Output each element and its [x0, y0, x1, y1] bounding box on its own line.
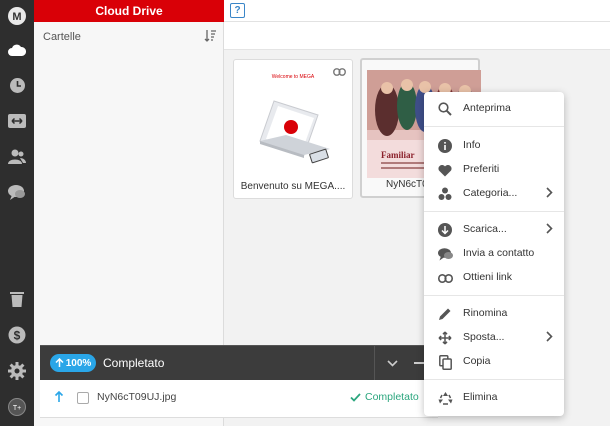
contacts-icon[interactable]	[6, 145, 28, 167]
left-rail: M $ T+	[0, 0, 34, 426]
recycle-icon	[437, 390, 453, 406]
menu-divider	[424, 295, 564, 296]
menu-item-move[interactable]: Sposta...	[424, 327, 564, 349]
top-bar: ?	[224, 0, 610, 22]
info-icon	[437, 138, 453, 154]
svg-text:M: M	[12, 11, 21, 23]
menu-item-delete[interactable]: Elimina	[424, 387, 564, 409]
menu-item-label: Ottieni link	[463, 271, 513, 283]
trash-icon[interactable]	[6, 288, 28, 310]
transfer-status-label: Completato	[365, 391, 419, 403]
thumb-caption: Welcome to MEGA	[271, 74, 315, 80]
svg-text:Familiar: Familiar	[381, 150, 415, 160]
transfer-percent: 100%	[65, 357, 92, 369]
svg-text:T+: T+	[13, 405, 21, 412]
transfers-icon[interactable]	[6, 110, 28, 132]
menu-item-label: Sposta...	[463, 331, 505, 343]
menu-item-get-link[interactable]: Ottieni link	[424, 267, 564, 289]
download-icon	[437, 222, 453, 238]
pencil-icon	[437, 306, 453, 322]
search-icon	[437, 101, 453, 117]
chat-bubble-icon	[437, 246, 453, 262]
cloud-icon[interactable]	[6, 39, 28, 61]
menu-item-label: Elimina	[463, 391, 498, 403]
move-icon	[437, 330, 453, 346]
chevron-right-icon	[546, 187, 553, 201]
menu-item-label: Copia	[463, 355, 491, 367]
menu-item-label: Scarica...	[463, 223, 507, 235]
menu-item-label: Categoria...	[463, 187, 518, 199]
menu-item-label: Preferiti	[463, 163, 500, 175]
link-icon	[437, 270, 453, 286]
mega-logo[interactable]: M	[6, 5, 28, 27]
menu-item-label: Info	[463, 139, 481, 151]
file-card[interactable]: Welcome to MEGA Benvenuto su MEGA....	[233, 59, 353, 199]
menu-item-send-to-contact[interactable]: Invia a contatto	[424, 243, 564, 265]
menu-item-category[interactable]: Categoria...	[424, 183, 564, 205]
folders-title: Cartelle	[43, 31, 81, 43]
menu-item-label: Invia a contatto	[463, 247, 535, 259]
transfer-file-name: NyN6cT09UJ.jpg	[97, 391, 177, 403]
menu-item-label: Anteprima	[463, 102, 511, 114]
transfer-checkbox[interactable]	[77, 392, 89, 404]
chevron-right-icon	[546, 223, 553, 237]
file-name: Benvenuto su MEGA....	[240, 181, 346, 192]
check-icon	[350, 392, 361, 402]
category-icon	[437, 186, 453, 202]
dollar-icon[interactable]: $	[6, 324, 28, 346]
path-bar	[224, 22, 610, 50]
transfer-status: Completato	[350, 391, 419, 403]
menu-item-download[interactable]: Scarica...	[424, 219, 564, 241]
svg-text:$: $	[14, 329, 21, 343]
menu-item-label: Rinomina	[463, 307, 508, 319]
menu-item-favorites[interactable]: Preferiti	[424, 159, 564, 181]
gear-icon[interactable]	[6, 360, 28, 382]
copy-icon	[437, 354, 453, 370]
transfer-progress-badge: 100%	[50, 354, 96, 372]
transfer-panel-header[interactable]: 100% Completato	[40, 345, 438, 381]
menu-item-preview[interactable]: Anteprima	[424, 98, 564, 120]
context-menu: Anteprima Info Preferiti Categoria... Sc…	[424, 92, 564, 416]
menu-divider	[424, 379, 564, 380]
menu-divider	[424, 126, 564, 127]
menu-divider	[424, 211, 564, 212]
transfer-row: NyN6cT09UJ.jpg Completato	[40, 380, 438, 418]
upload-arrow-icon	[55, 358, 64, 367]
chat-icon[interactable]	[6, 181, 28, 203]
avatar[interactable]: T+	[6, 396, 28, 418]
upload-icon	[54, 390, 64, 406]
sort-icon[interactable]	[204, 29, 217, 45]
page-title: Cloud Drive	[34, 0, 224, 22]
laptop-thumbnail	[244, 93, 344, 177]
chevron-right-icon	[546, 331, 553, 345]
clock-icon[interactable]	[6, 74, 28, 96]
menu-item-copy[interactable]: Copia	[424, 351, 564, 373]
menu-item-rename[interactable]: Rinomina	[424, 303, 564, 325]
transfer-title: Completato	[103, 356, 165, 370]
help-button[interactable]: ?	[230, 3, 245, 18]
menu-item-info[interactable]: Info	[424, 135, 564, 157]
heart-icon	[437, 162, 453, 178]
chevron-down-icon[interactable]	[374, 346, 410, 381]
